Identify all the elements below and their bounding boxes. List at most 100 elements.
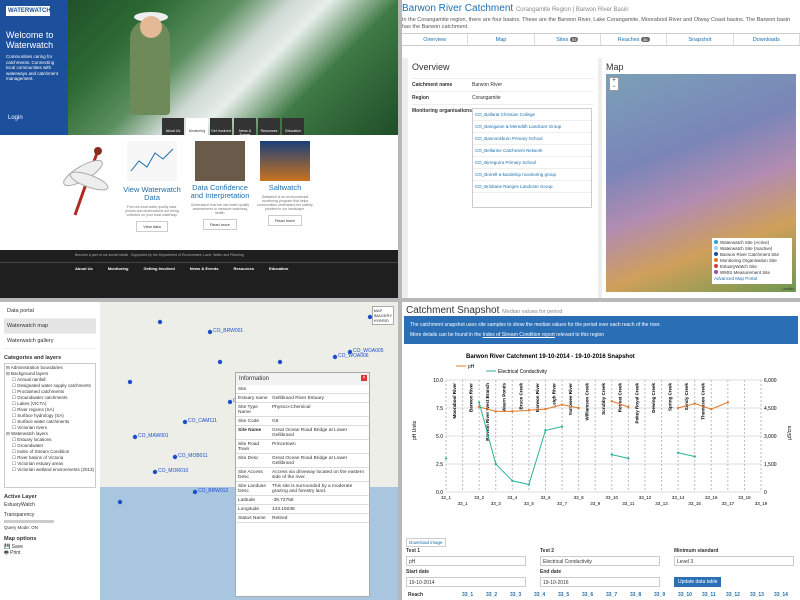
reach-name-label: Barwon River — [535, 383, 540, 412]
nav-monitoring[interactable]: Monitoring — [186, 118, 208, 136]
site-marker[interactable] — [192, 489, 198, 495]
reach-value[interactable]: 33_6 — [582, 592, 593, 598]
nav-resources[interactable]: Resources — [258, 118, 280, 136]
org-link[interactable]: CO_Borrell-a-kandelop monitoring group — [473, 169, 591, 181]
reach-value[interactable]: 33_14 — [774, 592, 788, 598]
tab-overview[interactable]: Overview — [402, 34, 469, 45]
download-image-button[interactable]: Download image — [406, 538, 446, 547]
test2-select[interactable]: Electrical Conductivity — [540, 556, 660, 566]
info-row: Longitude 143.15038 — [236, 504, 369, 514]
site-marker[interactable] — [132, 434, 138, 440]
close-icon[interactable]: × — [361, 375, 367, 381]
read-more-button[interactable]: Read more — [203, 219, 237, 230]
map-panel: Map + − Waterwatch Site (Active) Waterwatc… — [602, 58, 800, 298]
waterwatch-logo[interactable]: WATERWATCH — [6, 6, 51, 16]
legend-item[interactable]: Advanced Map Portal — [714, 276, 790, 282]
site-marker[interactable] — [127, 379, 133, 385]
reach-value[interactable]: 33_2 — [486, 592, 497, 598]
catchment-map[interactable]: + − Waterwatch Site (Active) Waterwatch Si… — [606, 74, 796, 292]
reach-value[interactable]: 33_8 — [630, 592, 641, 598]
nav-education[interactable]: Education — [282, 118, 304, 136]
org-link[interactable]: CO_Ballarat Christian College — [473, 109, 591, 121]
site-marker[interactable] — [157, 319, 163, 325]
menu-waterwatch-map[interactable]: Waterwatch map — [4, 319, 96, 334]
org-link[interactable]: CO_Birregurra Primary School — [473, 157, 591, 169]
site-marker[interactable] — [217, 359, 223, 365]
reach-value[interactable]: 33_3 — [510, 592, 521, 598]
site-marker[interactable] — [152, 469, 158, 475]
reach-value[interactable]: 33_7 — [606, 592, 617, 598]
map-heading: Map — [606, 62, 624, 72]
print-button[interactable]: 🖶 Print — [4, 550, 96, 558]
menu-gallery[interactable]: Waterwatch gallery — [4, 334, 96, 349]
footer-col[interactable]: News & Events — [190, 266, 219, 271]
reach-value[interactable]: 33_12 — [726, 592, 740, 598]
footer-col[interactable]: Getting Involved — [143, 266, 174, 271]
org-list[interactable]: CO_Ballarat Christian College CO_Bamgani… — [472, 108, 592, 208]
min-standard-select[interactable]: Level 3 — [674, 556, 794, 566]
sites-count-badge: 93 — [569, 37, 579, 42]
info-table: Site Estuary name Gellibrand River Estuary… — [236, 385, 369, 523]
org-link[interactable]: CO_Bellarine Catchment Network — [473, 145, 591, 157]
end-date-label: End date — [540, 569, 562, 575]
end-date-input[interactable]: 19-10-2016 — [540, 577, 660, 587]
nav-about[interactable]: About Us — [162, 118, 184, 136]
banner-text: The catchment snapshot uses site samples… — [410, 322, 661, 328]
site-marker[interactable] — [117, 499, 123, 505]
leaflet-attribution[interactable]: Leaflet — [782, 286, 794, 291]
reach-value[interactable]: 33_1 — [462, 592, 473, 598]
reach-value[interactable]: 33_9 — [654, 592, 665, 598]
site-marker[interactable] — [227, 399, 233, 405]
reach-value[interactable]: 33_13 — [750, 592, 764, 598]
read-more-button[interactable]: Read more — [268, 215, 302, 226]
chart-title: Barwon River Catchment 19-10-2014 - 19-1… — [466, 354, 635, 360]
reach-name-label: Yarrowee River — [568, 383, 573, 416]
reach-value[interactable]: 33_10 — [678, 592, 692, 598]
reaches-count-badge: 36 — [641, 37, 650, 42]
volunteer-photo — [130, 12, 170, 115]
main-nav: About Us Monitoring Get Involved News & … — [162, 118, 304, 137]
reach-value[interactable]: 33_5 — [558, 592, 569, 598]
nav-get-involved[interactable]: Get Involved — [210, 118, 232, 136]
site-marker[interactable] — [182, 419, 188, 425]
org-link[interactable]: CO_Brisbane Ranges Landcare Group — [473, 181, 591, 193]
reach-value[interactable]: 33_4 — [534, 592, 545, 598]
transparency-slider[interactable] — [4, 520, 54, 523]
tab-snapshot[interactable]: Snapshot — [667, 34, 734, 45]
update-data-button[interactable]: Update data table — [674, 577, 722, 587]
layer-tree[interactable]: ⊟ Administration boundaries ⊟ Background … — [4, 363, 96, 488]
site-marker[interactable] — [332, 354, 338, 360]
tab-downloads[interactable]: Downloads — [734, 34, 800, 45]
site-marker[interactable] — [207, 329, 213, 335]
tab-sites[interactable]: Sites 93 — [535, 34, 601, 45]
start-date-input[interactable]: 19-10-2014 — [406, 577, 526, 587]
footer-col[interactable]: About Us — [75, 266, 93, 271]
footer-col[interactable]: Resources — [233, 266, 253, 271]
map-type-control[interactable]: MAP IMAGERY HYBRID — [371, 306, 394, 325]
info-row: Site Type Name Physico-Chemical — [236, 402, 369, 417]
isc-report-link[interactable]: Index of Stream Condition report — [483, 332, 555, 338]
org-link[interactable]: CO_Bamganie & Meredith Landcare Group — [473, 121, 591, 133]
tab-reaches[interactable]: Reaches 36 — [601, 34, 668, 45]
info-row: Estuary name Gellibrand River Estuary — [236, 393, 369, 403]
menu-data-portal[interactable]: Data portal — [4, 304, 96, 319]
zoom-controls[interactable]: + − — [609, 77, 619, 91]
footer-col[interactable]: Education — [269, 266, 288, 271]
login-link[interactable]: Login — [8, 115, 23, 121]
print-icon: 🖶 — [4, 550, 9, 556]
x-tick-label: 33_8 — [574, 495, 585, 500]
nav-news[interactable]: News & Events — [234, 118, 256, 137]
overview-section: Overview Catchment name Barwon River Regi… — [402, 58, 800, 298]
map-type-hybrid[interactable]: HYBRID — [374, 318, 392, 323]
reach-value[interactable]: 33_11 — [702, 592, 716, 598]
footer-col[interactable]: Monitoring — [108, 266, 129, 271]
view-data-button[interactable]: View data — [136, 221, 168, 232]
org-link[interactable]: CO_Bannockburn Primary School — [473, 133, 591, 145]
card-desc: Understand how we use water quality asse… — [190, 203, 250, 215]
site-marker[interactable] — [277, 359, 283, 365]
tab-map[interactable]: Map — [468, 34, 535, 45]
site-marker[interactable] — [172, 454, 178, 460]
test1-select[interactable]: pH — [406, 556, 526, 566]
layer-item[interactable]: ☐ Victorian wetland environments (2013) — [6, 467, 94, 473]
query-mode[interactable]: Query Mode: ON — [4, 525, 96, 530]
